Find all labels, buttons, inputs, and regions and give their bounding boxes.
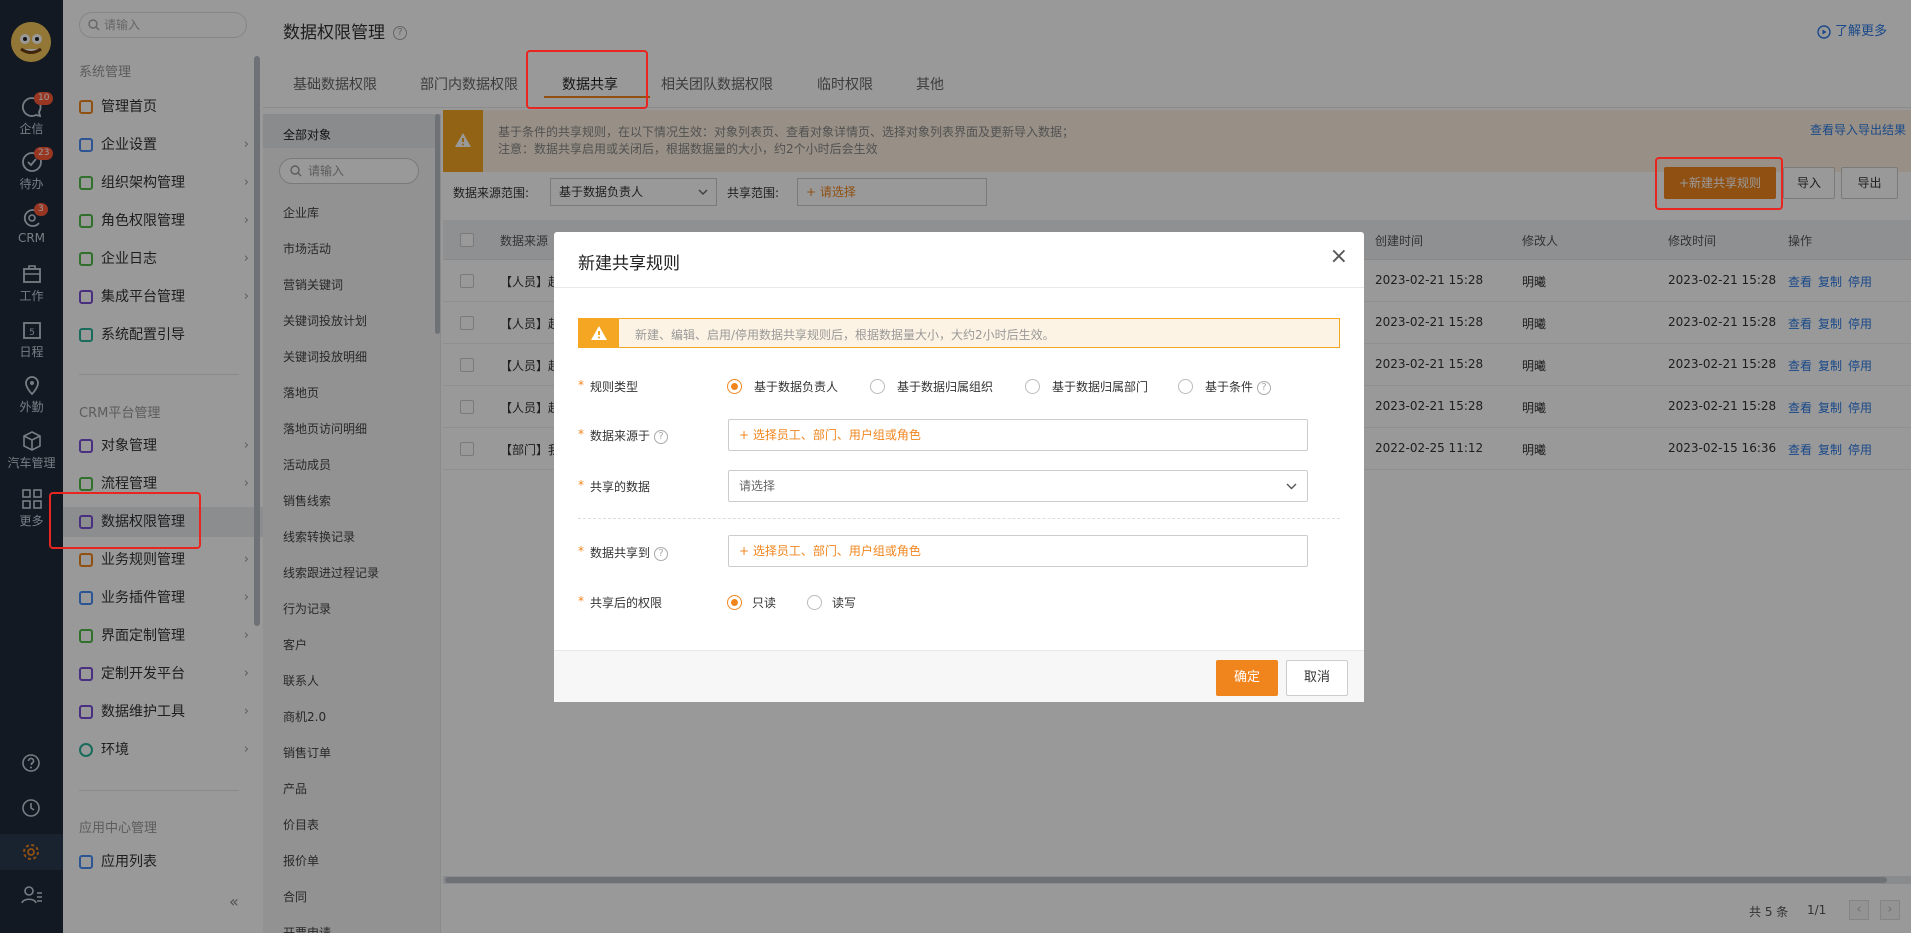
help-icon[interactable]: ? — [654, 429, 669, 444]
dialog-warning-text: 新建、编辑、启用/停用数据共享规则后，根据数据量大小，大约2小时后生效。 — [635, 328, 1055, 342]
highlight-new-rule-button — [1655, 157, 1783, 210]
chevron-down-icon — [1286, 483, 1297, 490]
source-label: 数据来源于? — [590, 427, 669, 444]
dialog-header-divider — [554, 287, 1364, 288]
confirm-button[interactable]: 确定 — [1216, 660, 1278, 696]
close-icon[interactable]: × — [1330, 246, 1348, 268]
radio-owner[interactable] — [727, 379, 742, 394]
dialog-warning: 新建、编辑、启用/停用数据共享规则后，根据数据量大小，大约2小时后生效。 — [578, 318, 1340, 348]
source-picker[interactable]: + 选择员工、部门、用户组或角色 — [728, 419, 1308, 451]
highlight-data-sharing-tab — [526, 50, 648, 109]
dialog-title: 新建共享规则 — [578, 254, 680, 274]
radio-read-only[interactable] — [727, 595, 742, 610]
radio-condition[interactable] — [1178, 379, 1193, 394]
help-icon[interactable]: ? — [1257, 380, 1272, 395]
cancel-button[interactable]: 取消 — [1286, 660, 1348, 696]
warning-icon — [591, 326, 607, 340]
required-mark: * — [578, 544, 584, 558]
dialog-warning-box — [579, 319, 619, 347]
radio-org-label[interactable]: 基于数据归属组织 — [897, 378, 993, 395]
shared-data-select[interactable]: 请选择 — [728, 470, 1308, 502]
radio-read-write[interactable] — [807, 595, 822, 610]
radio-owner-label[interactable]: 基于数据负责人 — [754, 378, 838, 395]
required-mark: * — [578, 427, 584, 441]
dialog-section-divider — [578, 518, 1340, 519]
radio-org[interactable] — [870, 379, 885, 394]
rule-type-label: 规则类型 — [590, 380, 639, 394]
required-mark: * — [578, 478, 584, 492]
share-to-label: 数据共享到? — [590, 544, 669, 561]
shared-data-label: 共享的数据 — [590, 480, 651, 494]
highlight-data-permission-nav — [49, 492, 201, 549]
radio-department-label[interactable]: 基于数据归属部门 — [1052, 378, 1148, 395]
radio-read-only-label[interactable]: 只读 — [752, 594, 776, 611]
shared-data-placeholder: 请选择 — [739, 479, 776, 493]
share-to-picker[interactable]: + 选择员工、部门、用户组或角色 — [728, 535, 1308, 567]
radio-department[interactable] — [1025, 379, 1040, 394]
dialog-footer: 确定 取消 — [554, 650, 1364, 702]
required-mark: * — [578, 378, 584, 392]
new-share-rule-dialog: 新建共享规则 × 新建、编辑、启用/停用数据共享规则后，根据数据量大小，大约2小… — [554, 232, 1364, 702]
radio-read-write-label[interactable]: 读写 — [832, 594, 856, 611]
required-mark: * — [578, 594, 584, 608]
help-icon[interactable]: ? — [654, 546, 669, 561]
radio-condition-label[interactable]: 基于条件? — [1205, 378, 1272, 395]
permission-label: 共享后的权限 — [590, 596, 663, 610]
